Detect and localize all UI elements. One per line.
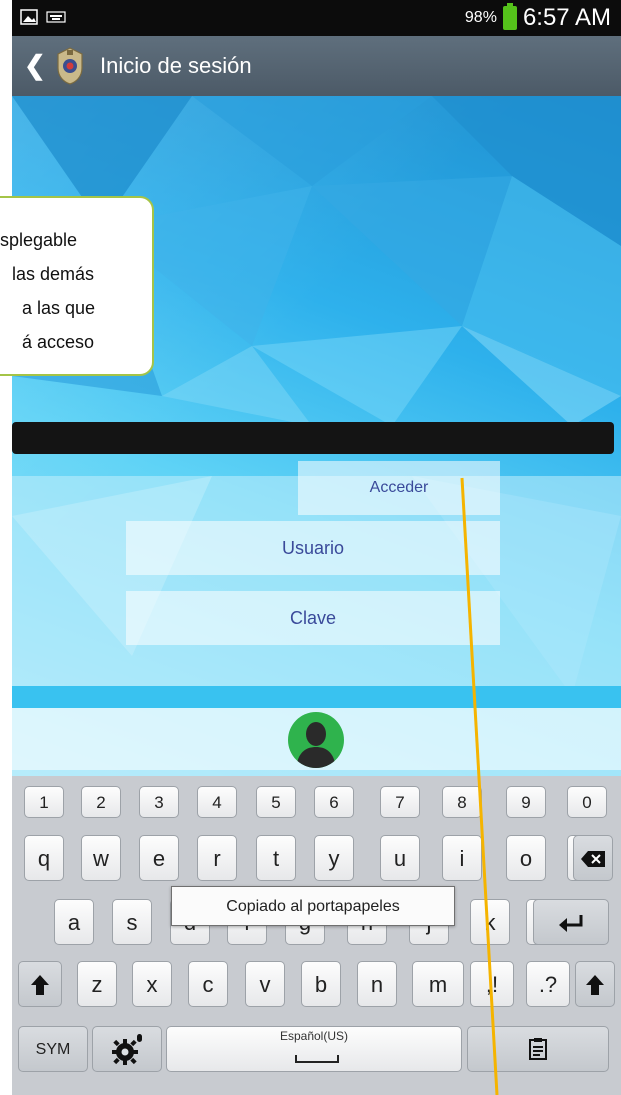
annotation-pointer-line — [460, 477, 499, 1095]
toast-message: Copiado al portapapeles — [171, 886, 455, 926]
